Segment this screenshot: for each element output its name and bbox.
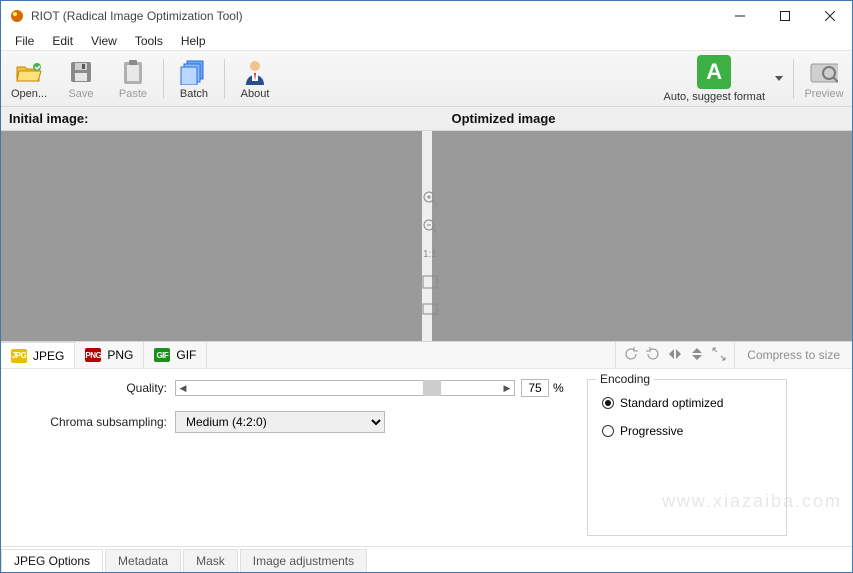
auto-dropdown-caret[interactable] [773,76,785,81]
person-icon [241,58,269,86]
zoom-in-icon[interactable] [419,187,441,209]
paste-label: Paste [119,88,147,100]
floppy-icon [67,58,95,86]
zoom-actual-icon[interactable]: 1:1 [419,243,441,265]
format-bar: JPG JPEG PNG PNG GIF GIF Compress to siz… [1,341,852,369]
menu-help[interactable]: Help [173,32,214,50]
subtab-jpeg-options[interactable]: JPEG Options [1,549,103,572]
toolbar-separator [793,59,794,99]
rotate-ccw-icon[interactable] [624,347,638,364]
batch-label: Batch [180,88,208,100]
batch-button[interactable]: Batch [172,54,216,104]
gif-icon: GIF [154,348,170,362]
percent-label: % [553,381,564,395]
radio-checked-icon [602,397,614,409]
preview-button[interactable]: Preview [802,54,846,104]
subtab-metadata[interactable]: Metadata [105,549,181,572]
menubar: File Edit View Tools Help [1,31,852,51]
slider-right-arrow-icon[interactable]: ▶ [500,383,514,394]
titlebar: RIOT (Radical Image Optimization Tool) [1,1,852,31]
quality-value-input[interactable]: 75 [521,379,549,397]
menu-tools[interactable]: Tools [127,32,171,50]
close-button[interactable] [807,1,852,31]
zoom-out-icon[interactable] [419,215,441,237]
jpeg-options-panel: Quality: ◀ ▶ 75 % Chroma subsampling: Me… [1,369,852,546]
format-tab-jpeg[interactable]: JPG JPEG [1,342,75,368]
encoding-legend: Encoding [596,372,654,386]
encoding-standard-label: Standard optimized [620,396,723,410]
flip-horizontal-icon[interactable] [668,347,682,364]
subtab-mask[interactable]: Mask [183,549,238,572]
zoom-fit-icon[interactable] [419,271,441,293]
quality-slider[interactable]: ◀ ▶ [175,380,515,396]
gif-label: GIF [176,348,196,362]
about-button[interactable]: About [233,54,277,104]
about-label: About [241,88,270,100]
open-button[interactable]: Open... [7,54,51,104]
menu-view[interactable]: View [83,32,125,50]
image-action-icons [615,342,734,368]
window-buttons [717,1,852,31]
open-label: Open... [11,88,47,100]
encoding-standard-radio[interactable]: Standard optimized [602,396,772,410]
optimized-image-pane[interactable] [432,131,853,341]
flip-vertical-icon[interactable] [690,347,704,364]
menu-file[interactable]: File [7,32,42,50]
subtab-image-adjustments[interactable]: Image adjustments [240,549,367,572]
initial-image-label: Initial image: [1,107,410,130]
auto-icon: A [697,55,731,89]
quality-label: Quality: [15,381,175,395]
radio-unchecked-icon [602,425,614,437]
slider-thumb[interactable] [423,380,441,396]
format-tab-gif[interactable]: GIF GIF [144,342,207,368]
optimized-image-label: Optimized image [444,107,853,130]
maximize-button[interactable] [762,1,807,31]
toolbar-separator [224,59,225,99]
magnifier-icon [810,58,838,86]
compress-label: Compress to size [747,348,840,362]
png-icon: PNG [85,348,101,362]
batch-icon [180,58,208,86]
encoding-group: Encoding Standard optimized Progressive [587,379,787,536]
window-title: RIOT (Radical Image Optimization Tool) [31,9,717,23]
save-label: Save [68,88,93,100]
toolbar-separator [163,59,164,99]
auto-label: Auto, suggest format [664,91,766,103]
clipboard-icon [119,58,147,86]
png-label: PNG [107,348,133,362]
toolbar: Open... Save Paste Batch About A Auto, s… [1,51,852,107]
encoding-progressive-radio[interactable]: Progressive [602,424,772,438]
paste-button[interactable]: Paste [111,54,155,104]
compress-to-size-button[interactable]: Compress to size [734,342,852,368]
encoding-progressive-label: Progressive [620,424,683,438]
folder-open-icon [15,58,43,86]
zoom-screen-icon[interactable] [419,299,441,321]
chroma-select[interactable]: Medium (4:2:0) [175,411,385,433]
menu-edit[interactable]: Edit [44,32,81,50]
app-icon [9,8,25,24]
auto-suggest-button[interactable]: A Auto, suggest format [664,54,766,104]
save-button[interactable]: Save [59,54,103,104]
jpeg-icon: JPG [11,349,27,363]
resize-icon[interactable] [712,347,726,364]
jpeg-label: JPEG [33,349,64,363]
chroma-label: Chroma subsampling: [15,415,175,429]
initial-image-pane[interactable] [1,131,422,341]
panels-header: Initial image: Optimized image [1,107,852,131]
subtabs: JPEG Options Metadata Mask Image adjustm… [1,546,852,572]
preview-label: Preview [804,88,843,100]
format-tab-png[interactable]: PNG PNG [75,342,144,368]
minimize-button[interactable] [717,1,762,31]
rotate-cw-icon[interactable] [646,347,660,364]
slider-left-arrow-icon[interactable]: ◀ [176,383,190,394]
zoom-controls: 1:1 [419,187,441,321]
